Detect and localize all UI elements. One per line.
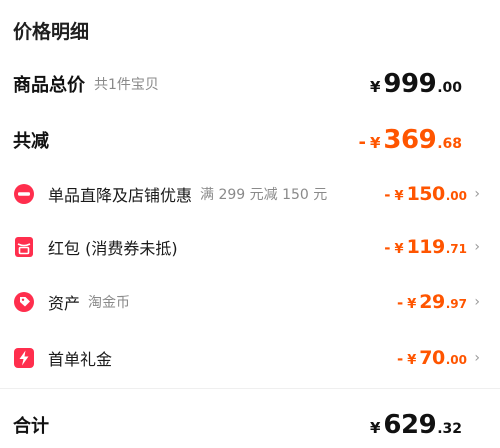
item-label: 资产	[48, 294, 81, 313]
currency-symbol: ¥	[407, 297, 417, 312]
item-price: - ¥ 119 .71	[384, 236, 467, 258]
minus-sign: -	[358, 132, 366, 153]
price-decimal: .32	[437, 421, 462, 437]
divider	[0, 388, 500, 389]
price-decimal: .00	[437, 80, 462, 96]
discount-item-red-packet[interactable]: 红包 (消费券未抵) - ¥ 119 .71 ›	[0, 227, 500, 267]
price-decimal: .68	[437, 136, 462, 152]
price-decimal: .71	[445, 242, 467, 256]
currency-symbol: ¥	[394, 242, 404, 257]
price-integer: 29	[419, 291, 445, 313]
total-label: 合计	[13, 416, 49, 437]
minus-sign: -	[384, 186, 391, 204]
currency-symbol: ¥	[369, 78, 381, 96]
price-decimal: .00	[445, 353, 467, 367]
total-price: ¥ 629 .32	[370, 410, 462, 440]
price-decimal: .97	[445, 297, 467, 311]
chevron-right-icon[interactable]: ›	[474, 239, 480, 255]
price-integer: 119	[406, 236, 446, 258]
price-decimal: .00	[445, 189, 467, 203]
minus-sign: -	[397, 350, 404, 368]
discount-item-store[interactable]: 单品直降及店铺优惠 满 299 元减 150 元 - ¥ 150 .00 ›	[0, 174, 500, 214]
minus-sign: -	[384, 239, 391, 257]
price-integer: 150	[406, 183, 446, 205]
tag-icon	[13, 291, 35, 313]
price-integer: 629	[383, 410, 437, 440]
price-integer: 369	[383, 125, 437, 155]
item-sub: 淘金币	[88, 295, 131, 311]
goods-count-label: 共1件宝贝	[94, 77, 159, 93]
lightning-icon	[13, 347, 35, 369]
currency-symbol: ¥	[407, 353, 417, 368]
currency-symbol: ¥	[394, 189, 404, 204]
item-label: 单品直降及店铺优惠	[48, 186, 193, 205]
goods-total-row: 商品总价 共1件宝贝 ¥ 999 .00	[0, 64, 500, 104]
price-integer: 999	[383, 69, 437, 99]
chevron-right-icon[interactable]: ›	[474, 294, 480, 310]
chevron-right-icon[interactable]: ›	[474, 186, 480, 202]
chevron-right-icon[interactable]: ›	[474, 350, 480, 366]
goods-total-price: ¥ 999 .00	[370, 69, 462, 99]
currency-symbol: ¥	[369, 134, 381, 152]
discount-item-assets[interactable]: 资产 淘金币 - ¥ 29 .97 ›	[0, 282, 500, 322]
reduction-row: 共减 - ¥ 369 .68	[0, 120, 500, 160]
item-price: - ¥ 70 .00	[397, 347, 467, 369]
red-packet-icon	[13, 236, 35, 258]
item-price: - ¥ 150 .00	[384, 183, 467, 205]
item-price: - ¥ 29 .97	[397, 291, 467, 313]
discount-icon	[13, 183, 35, 205]
minus-sign: -	[397, 294, 404, 312]
item-label: 首单礼金	[48, 350, 113, 369]
reduction-price: - ¥ 369 .68	[358, 125, 462, 155]
price-integer: 70	[419, 347, 445, 369]
discount-item-first-order[interactable]: 首单礼金 - ¥ 70 .00 ›	[0, 338, 500, 378]
reduction-label: 共减	[13, 131, 49, 152]
total-row: 合计 ¥ 629 .32	[0, 405, 500, 445]
item-label: 红包 (消费券未抵)	[48, 239, 178, 258]
page-title: 价格明细	[13, 21, 90, 43]
goods-total-label: 商品总价	[13, 75, 85, 96]
currency-symbol: ¥	[369, 419, 381, 437]
item-sub: 满 299 元减 150 元	[200, 187, 328, 203]
